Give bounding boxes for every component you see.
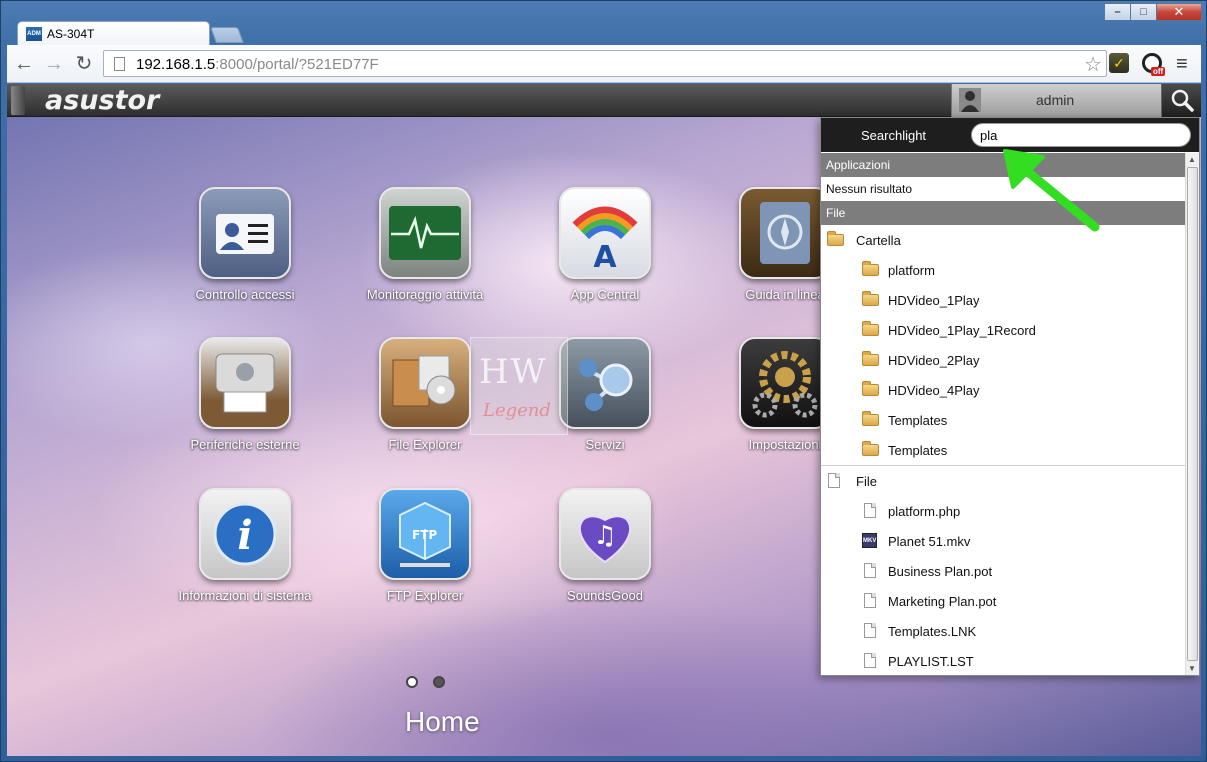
gears-icon: [739, 337, 831, 429]
browser-window: ADM AS-304T – □ ✕ ← → ↻ 192.168.1.5:8000…: [0, 0, 1207, 762]
file-icon: [864, 503, 876, 518]
list-item[interactable]: Templates: [821, 435, 1185, 465]
list-item[interactable]: HDVideo_1Play: [821, 285, 1185, 315]
searchlight-scrollbar[interactable]: ▲ ▼: [1185, 153, 1199, 675]
asustor-logo: asustor: [45, 85, 160, 116]
adm-favicon-icon: ADM: [26, 26, 42, 41]
adm-topbar: asustor admin: [7, 84, 1201, 117]
scrollbar-thumb[interactable]: [1187, 167, 1198, 661]
topbar-grip[interactable]: [11, 86, 25, 115]
file-icon: [864, 563, 876, 578]
info-icon: i: [199, 488, 291, 580]
folder-icon: [862, 321, 879, 336]
minimize-button[interactable]: –: [1104, 3, 1130, 21]
searchlight-title: Searchlight: [861, 128, 927, 143]
back-arrow-icon[interactable]: ←: [13, 53, 35, 75]
list-item[interactable]: HDVideo_1Play_1Record: [821, 315, 1185, 345]
app-soundsgood[interactable]: ♫ SoundsGood: [530, 488, 680, 605]
user-avatar-icon: [959, 88, 981, 112]
list-item[interactable]: Marketing Plan.pot: [821, 586, 1185, 616]
forward-arrow-icon[interactable]: →: [43, 53, 65, 75]
list-item[interactable]: HDVideo_2Play: [821, 345, 1185, 375]
file-icon: [864, 653, 876, 668]
app-label: SoundsGood: [567, 588, 643, 603]
scroll-up-icon[interactable]: ▲: [1188, 155, 1196, 164]
browser-toolbar: ← → ↻ 192.168.1.5:8000/portal/?521ED77F …: [7, 45, 1201, 83]
printer-icon: [199, 337, 291, 429]
list-item[interactable]: HDVideo_4Play: [821, 375, 1185, 405]
svg-text:♫: ♫: [593, 521, 616, 551]
group-file: File: [821, 466, 1185, 496]
list-item[interactable]: Templates.LNK: [821, 616, 1185, 646]
list-item[interactable]: platform: [821, 255, 1185, 285]
app-app-central[interactable]: A App Central: [530, 187, 680, 304]
app-label: File Explorer: [388, 437, 462, 452]
extension-check-icon[interactable]: ✓: [1109, 53, 1129, 73]
new-tab-button[interactable]: [210, 27, 244, 43]
folder-icon: [862, 351, 879, 366]
user-name: admin: [1036, 92, 1075, 108]
services-icon: [559, 337, 651, 429]
app-label: Controllo accessi: [195, 287, 295, 302]
app-ftp-explorer[interactable]: FTP FTP Explorer: [350, 488, 500, 605]
maximize-button[interactable]: □: [1130, 3, 1156, 21]
page-icon: [114, 57, 125, 71]
folder-icon: [862, 261, 879, 276]
close-button[interactable]: ✕: [1156, 3, 1202, 21]
reload-icon[interactable]: ↻: [73, 53, 95, 75]
folder-icon: [862, 291, 879, 306]
list-item[interactable]: PLAYLIST.LST: [821, 646, 1185, 675]
app-label: Servizi: [585, 437, 625, 452]
app-label: FTP Explorer: [386, 588, 464, 603]
file-icon: [864, 593, 876, 608]
folder-icon: [827, 231, 844, 246]
app-periferiche-esterne[interactable]: Periferiche esterne: [170, 337, 320, 454]
folder-icon: [862, 441, 879, 456]
svg-text:FTP: FTP: [412, 528, 437, 542]
compass-book-icon: [739, 187, 831, 279]
tab-title: AS-304T: [47, 26, 95, 41]
app-label: App Central: [570, 287, 640, 302]
home-label: Home: [405, 706, 480, 737]
extension-badge: off: [1151, 67, 1166, 76]
address-bar[interactable]: 192.168.1.5:8000/portal/?521ED77F ☆: [103, 50, 1107, 77]
list-item[interactable]: MKV Planet 51.mkv: [821, 526, 1185, 556]
scroll-down-icon[interactable]: ▼: [1188, 664, 1196, 673]
url-text: 192.168.1.5:8000/portal/?521ED77F: [136, 56, 379, 73]
app-controllo-accessi[interactable]: Controllo accessi: [170, 187, 320, 304]
user-menu[interactable]: admin: [951, 84, 1161, 117]
chrome-menu-icon[interactable]: ≡: [1176, 53, 1188, 76]
bookmark-star-icon[interactable]: ☆: [1084, 52, 1102, 77]
heartbeat-monitor-icon: [379, 187, 471, 279]
file-cabinet-icon: [379, 337, 471, 429]
annotation-arrow-icon: [1003, 149, 1100, 232]
magnifier-icon: [1171, 89, 1194, 112]
list-item[interactable]: platform.php: [821, 496, 1185, 526]
ftp-box-icon: FTP: [379, 488, 471, 580]
browser-tab[interactable]: ADM AS-304T: [17, 21, 210, 45]
folder-icon: [862, 411, 879, 426]
app-informazioni-di-sistema[interactable]: i Informazioni di sistema: [170, 488, 320, 605]
title-bar: ADM AS-304T – □ ✕: [1, 1, 1206, 45]
window-controls: – □ ✕: [1104, 3, 1202, 21]
app-label: Informazioni di sistema: [178, 588, 312, 603]
svg-text:i: i: [237, 512, 252, 559]
svg-text:A: A: [593, 240, 617, 271]
app-central-icon: A: [559, 187, 651, 279]
watermark-logo: HW Legend: [470, 337, 568, 435]
file-icon: [864, 623, 876, 638]
app-monitoraggio-attivita[interactable]: Monitoraggio attività: [350, 187, 500, 304]
list-item[interactable]: Business Plan.pot: [821, 556, 1185, 586]
app-label: Periferiche esterne: [190, 437, 300, 452]
id-card-icon: [199, 187, 291, 279]
page-dot-1[interactable]: [406, 676, 418, 688]
folder-icon: [862, 381, 879, 396]
app-label: Monitoraggio attività: [366, 287, 484, 302]
music-heart-icon: ♫: [559, 488, 651, 580]
list-item[interactable]: Templates: [821, 405, 1185, 435]
mkv-file-icon: MKV: [862, 533, 877, 548]
search-button[interactable]: [1161, 84, 1201, 117]
file-icon: [828, 473, 840, 488]
page-dot-2[interactable]: [433, 676, 445, 688]
